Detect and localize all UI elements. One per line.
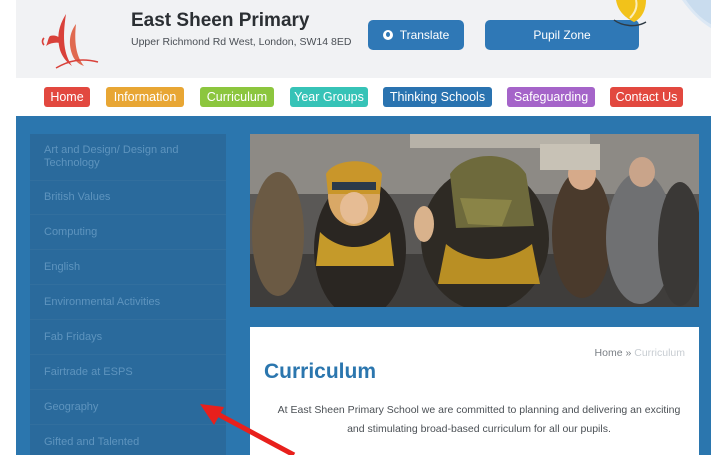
- sidebar-divider: [30, 354, 226, 355]
- school-logo-icon[interactable]: [36, 10, 100, 70]
- translate-button-label: Translate: [399, 28, 450, 42]
- pupil-zone-button-label: Pupil Zone: [533, 28, 591, 42]
- globe-icon: [382, 30, 393, 40]
- sidebar-divider: [30, 389, 226, 390]
- translate-button[interactable]: Translate: [368, 20, 464, 50]
- school-name[interactable]: East Sheen Primary: [131, 10, 309, 32]
- site-header: East Sheen Primary Upper Richmond Rd Wes…: [16, 0, 711, 78]
- sidebar-divider: [30, 214, 226, 215]
- sidebar-item-english[interactable]: English: [44, 261, 216, 274]
- sidebar-item-fab-fridays[interactable]: Fab Fridays: [44, 331, 216, 344]
- sidebar-item-fairtrade[interactable]: Fairtrade at ESPS: [44, 366, 216, 379]
- intro-paragraph: At East Sheen Primary School we are comm…: [277, 404, 681, 435]
- school-address: Upper Richmond Rd West, London, SW14 8ED: [131, 36, 352, 48]
- nav-thinking-schools[interactable]: Thinking Schools: [383, 87, 492, 107]
- sidebar-item-computing[interactable]: Computing: [44, 226, 216, 239]
- page-title: Curriculum: [264, 360, 377, 383]
- annotation-arrow-icon: [200, 404, 296, 455]
- curriculum-photo-image: [250, 134, 699, 307]
- nav-safeguarding[interactable]: Safeguarding: [507, 87, 595, 107]
- sidebar-item-art-design[interactable]: Art and Design/ Design and Technology: [44, 144, 216, 170]
- curriculum-photo: [250, 134, 699, 307]
- sidebar-divider: [30, 180, 226, 181]
- breadcrumb: Home » Curriculum: [595, 347, 685, 359]
- nav-year-groups[interactable]: Year Groups: [290, 87, 368, 107]
- nav-contact-us[interactable]: Contact Us: [610, 87, 683, 107]
- nav-curriculum[interactable]: Curriculum: [200, 87, 274, 107]
- breadcrumb-home[interactable]: Home: [595, 347, 623, 359]
- breadcrumb-current: Curriculum: [634, 347, 685, 359]
- sidebar-item-environmental-activities[interactable]: Environmental Activities: [44, 296, 216, 309]
- nav-home[interactable]: Home: [44, 87, 90, 107]
- decorative-bell-icon: [613, 0, 711, 29]
- sidebar-divider: [30, 319, 226, 320]
- sidebar-divider: [30, 284, 226, 285]
- main-nav: Home Information Curriculum Year Groups …: [16, 78, 711, 116]
- sidebar-item-british-values[interactable]: British Values: [44, 191, 216, 204]
- breadcrumb-separator: »: [625, 347, 632, 359]
- content-card: Home » Curriculum Curriculum At East She…: [250, 327, 699, 455]
- nav-information[interactable]: Information: [106, 87, 184, 107]
- sidebar-divider: [30, 249, 226, 250]
